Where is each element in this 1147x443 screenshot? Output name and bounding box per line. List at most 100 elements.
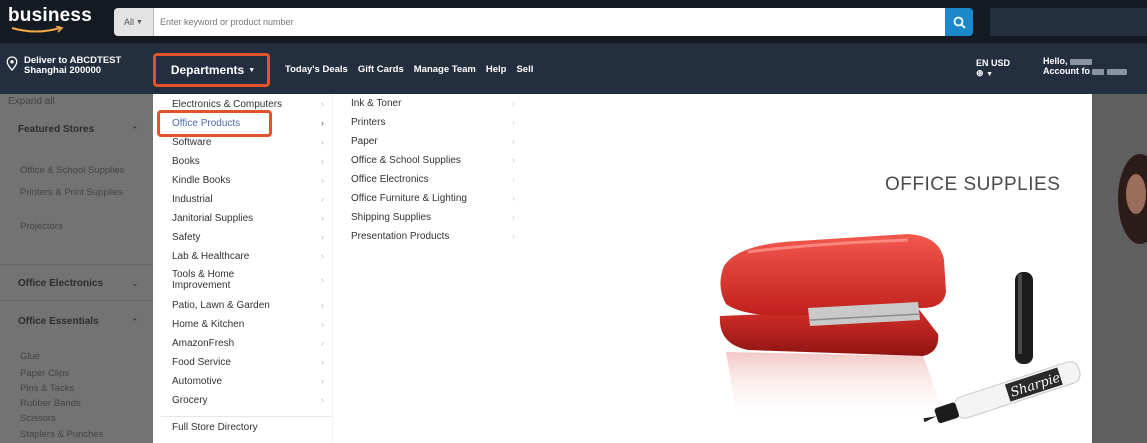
search-placeholder: Enter keyword or product number [160,17,294,27]
search-icon [953,16,966,29]
caret-down-icon: ▼ [986,71,993,78]
department-item-grocery[interactable]: Grocery [172,395,208,406]
business-logo[interactable]: business [8,5,92,27]
language-currency-selector[interactable]: EN USD ⊕ ▼ [976,58,1010,80]
subcategory-office-electronics[interactable]: Office Electronics [351,174,429,185]
caret-down-icon: ▼ [248,66,256,74]
currency-code: USD [991,58,1011,68]
department-item-food-service[interactable]: Food Service [172,357,231,368]
sidebar-item-paper-clips[interactable]: Paper Clips [20,369,69,379]
dropdown-divider [161,416,331,417]
chevron-right-icon: › [321,118,324,128]
header-right-area [990,8,1147,36]
search-input[interactable]: Enter keyword or product number [154,8,945,36]
redacted-text [1106,68,1127,75]
department-item-books[interactable]: Books [172,156,200,167]
sidebar-section-featured-stores[interactable]: Featured Stores [18,124,94,135]
chevron-right-icon: › [512,98,515,108]
chevron-right-icon: › [321,395,324,405]
chevron-right-icon: › [512,155,515,165]
account-menu[interactable]: Hello, Account fo [1043,56,1127,76]
office-supplies-promo[interactable]: Sharpie OFFICE SUPPLIES [708,94,1092,443]
stapler-marker-illustration: Sharpie [719,234,1081,424]
sidebar-item-staplers-punches[interactable]: Staplers & Punches [20,430,103,440]
departments-dropdown: Electronics & Computers › Office Product… [153,94,708,443]
nav-link-sell[interactable]: Sell [516,64,533,75]
subcategory-printers[interactable]: Printers [351,117,385,128]
chevron-right-icon: › [512,212,515,222]
sidebar-item-scissors[interactable]: Scissors [20,414,56,424]
subcategory-office-furniture-lighting[interactable]: Office Furniture & Lighting [351,193,467,204]
account-label: Account fo [1043,66,1090,76]
nav-bar: Deliver to ABCDTEST Shanghai 200000 Depa… [0,43,1147,94]
location-pin-icon [6,56,18,71]
chevron-right-icon: › [321,194,324,204]
chevron-right-icon: › [321,251,324,261]
department-item-tools-home-improvement[interactable]: Tools & Home Improvement [172,269,252,291]
department-item-patio-lawn-garden[interactable]: Patio, Lawn & Garden [172,300,270,311]
expand-all-link[interactable]: Expand all [8,96,55,107]
office-products-subcategory-list: Ink & Toner › Printers › Paper › Office … [336,94,524,443]
logo-smile-icon [11,26,64,33]
nav-link-gift-cards[interactable]: Gift Cards [358,64,404,75]
department-item-amazonfresh[interactable]: AmazonFresh [172,338,234,349]
full-store-directory-link[interactable]: Full Store Directory [172,422,258,433]
department-item-safety[interactable]: Safety [172,232,200,243]
chevron-right-icon: › [321,357,324,367]
chevron-right-icon: › [512,136,515,146]
person-photo-partial [1092,94,1147,443]
page-content-dimmed [1092,94,1147,443]
subcategory-ink-toner[interactable]: Ink & Toner [351,98,401,109]
globe-icon: ⊕ [976,68,984,78]
department-item-office-products[interactable]: Office Products [172,118,240,129]
chevron-up-icon[interactable]: ⌃ [131,125,139,136]
nav-link-todays-deals[interactable]: Today's Deals [285,64,348,75]
chevron-right-icon: › [512,231,515,241]
subcategory-presentation-products[interactable]: Presentation Products [351,231,449,242]
department-item-lab-healthcare[interactable]: Lab & Healthcare [172,251,249,262]
chevron-down-icon[interactable]: ⌄ [131,278,139,289]
chevron-right-icon: › [512,174,515,184]
departments-label: Departments [170,63,245,77]
department-item-home-kitchen[interactable]: Home & Kitchen [172,319,244,330]
subcategory-paper[interactable]: Paper [351,136,378,147]
sidebar-item-printers-print-supplies[interactable]: Printers & Print Supplies [20,188,123,198]
subcategory-shipping-supplies[interactable]: Shipping Supplies [351,212,431,223]
department-item-software[interactable]: Software [172,137,211,148]
top-header: business All ▼ Enter keyword or product … [0,0,1147,43]
chevron-up-icon[interactable]: ⌃ [131,317,139,328]
sidebar-divider [0,264,153,265]
sidebar-item-glue[interactable]: Glue [20,352,40,362]
redacted-text [1092,68,1104,75]
chevron-right-icon: › [321,338,324,348]
chevron-right-icon: › [512,117,515,127]
department-item-industrial[interactable]: Industrial [172,194,213,205]
department-item-janitorial-supplies[interactable]: Janitorial Supplies [172,213,253,224]
search-scope-select[interactable]: All ▼ [114,8,154,36]
deliver-to-button[interactable]: Deliver to ABCDTEST Shanghai 200000 [6,56,121,76]
chevron-right-icon: › [321,175,324,185]
chevron-right-icon: › [321,275,324,285]
chevron-right-icon: › [321,99,324,109]
left-filter-sidebar: Expand all Featured Stores ⌃ Office & Sc… [0,94,153,443]
greeting-text: Hello, [1043,56,1068,66]
chevron-right-icon: › [321,300,324,310]
language-code: EN [976,58,989,68]
department-item-kindle-books[interactable]: Kindle Books [172,175,230,186]
nav-links: Today's Deals Gift Cards Manage Team Hel… [285,64,533,75]
search-button[interactable] [945,8,973,36]
sidebar-item-projectors[interactable]: Projectors [20,222,63,232]
department-item-electronics-computers[interactable]: Electronics & Computers [172,99,282,110]
sidebar-section-office-essentials[interactable]: Office Essentials [18,316,99,327]
sidebar-item-rubber-bands[interactable]: Rubber Bands [20,399,81,409]
departments-menu-button[interactable]: Departments ▼ [157,55,269,85]
chevron-right-icon: › [321,232,324,242]
sidebar-item-office-school-supplies[interactable]: Office & School Supplies [20,166,124,176]
sidebar-section-office-electronics[interactable]: Office Electronics [18,278,103,289]
chevron-right-icon: › [321,319,324,329]
department-item-automotive[interactable]: Automotive [172,376,222,387]
nav-link-help[interactable]: Help [486,64,507,75]
sidebar-item-pins-tacks[interactable]: Pins & Tacks [20,384,74,394]
subcategory-office-school-supplies[interactable]: Office & School Supplies [351,155,461,166]
nav-link-manage-team[interactable]: Manage Team [414,64,476,75]
